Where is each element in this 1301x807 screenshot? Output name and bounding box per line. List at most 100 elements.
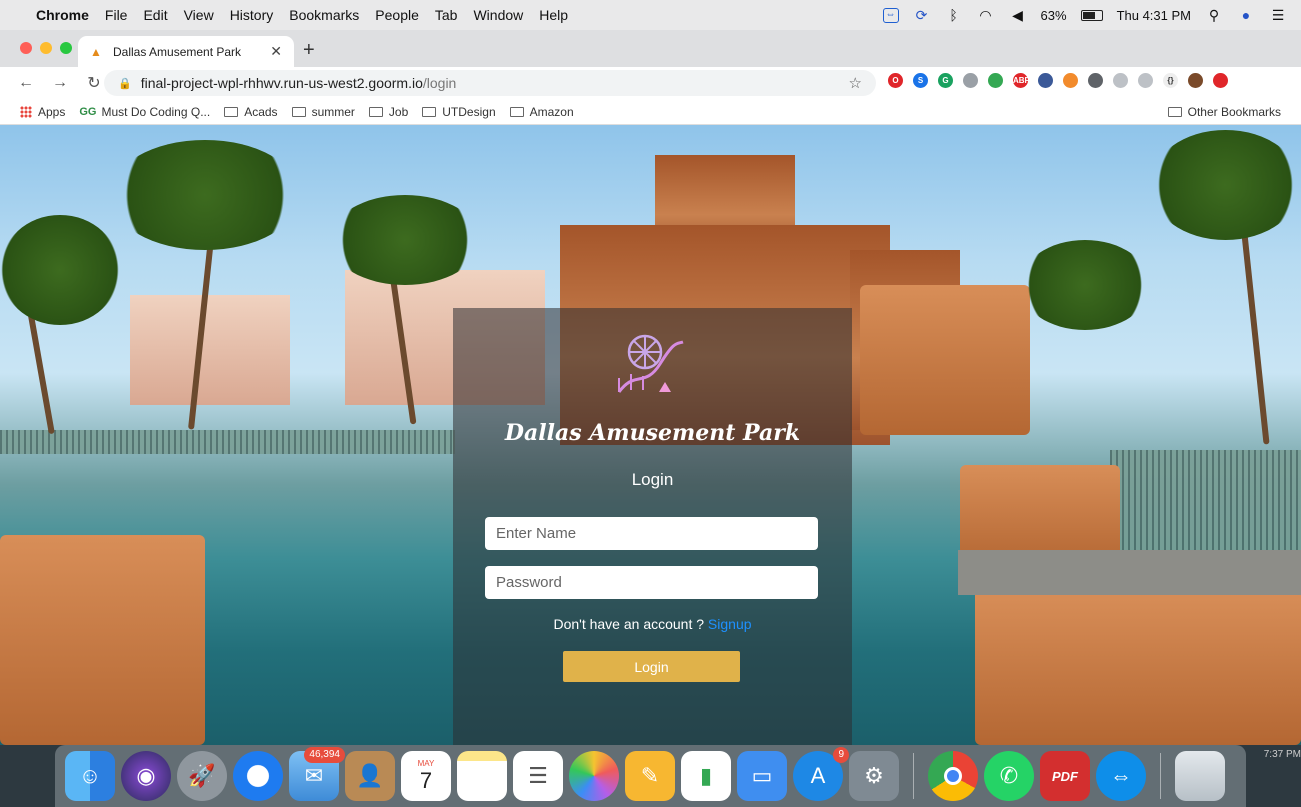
bookmark-summer[interactable]: summer: [291, 105, 355, 119]
bookmark-must-do-coding[interactable]: GG Must Do Coding Q...: [79, 105, 210, 119]
sync-status-icon[interactable]: ⟳: [913, 7, 931, 23]
siri-icon[interactable]: ●: [1237, 7, 1255, 23]
folder-icon: [422, 106, 437, 117]
system-preferences-icon[interactable]: ⚙: [849, 751, 899, 801]
login-page-background: Dallas Amusement Park Login Don't have a…: [0, 125, 1301, 745]
signup-prompt: Don't have an account ? Signup: [453, 616, 852, 632]
minimize-window-button[interactable]: [40, 42, 52, 54]
adblock-plus-extension-icon[interactable]: ABP: [1013, 73, 1030, 88]
forward-button[interactable]: →: [52, 74, 68, 92]
back-button[interactable]: ←: [18, 74, 34, 92]
menu-history[interactable]: History: [230, 7, 274, 23]
bookmark-apps[interactable]: Apps: [20, 105, 65, 119]
brand-title: Dallas Amusement Park: [504, 420, 801, 446]
menu-help[interactable]: Help: [539, 7, 568, 23]
palm-foliage: [330, 195, 480, 285]
bookmark-utdesign[interactable]: UTDesign: [422, 105, 496, 119]
folder-icon: [368, 106, 383, 117]
volume-icon[interactable]: ◀: [1009, 7, 1027, 23]
password-input[interactable]: [485, 566, 818, 599]
skype-extension-icon[interactable]: S: [913, 73, 928, 88]
spotlight-search-icon[interactable]: ⚲: [1205, 7, 1223, 23]
bookmark-amazon[interactable]: Amazon: [509, 105, 574, 119]
mail-icon[interactable]: ✉ 46,394: [289, 747, 345, 801]
numbers-icon[interactable]: ▮: [681, 751, 731, 801]
extension-icon-10[interactable]: [1113, 73, 1128, 88]
extension-icon-7[interactable]: [1038, 73, 1053, 88]
folder-icon: [224, 106, 239, 117]
safari-icon[interactable]: [233, 751, 283, 801]
menu-view[interactable]: View: [184, 7, 214, 23]
bookmark-job[interactable]: Job: [368, 105, 408, 119]
siri-icon[interactable]: ◉: [121, 751, 171, 801]
contacts-icon[interactable]: 👤: [345, 751, 395, 801]
menu-window[interactable]: Window: [473, 7, 523, 23]
teamviewer-status-icon[interactable]: ⇔: [882, 7, 899, 23]
menu-edit[interactable]: Edit: [143, 7, 167, 23]
extension-icon-8[interactable]: [1063, 73, 1078, 88]
folder-icon: [291, 106, 306, 117]
bluetooth-icon[interactable]: ᛒ: [945, 7, 963, 23]
pdf-app-icon[interactable]: PDF: [1040, 751, 1090, 801]
signup-link[interactable]: Signup: [708, 616, 752, 632]
menu-tab[interactable]: Tab: [435, 7, 458, 23]
notification-center-icon[interactable]: ☰: [1269, 7, 1287, 23]
name-input[interactable]: [485, 517, 818, 550]
desktop-dock-area: ☺ ◉ 🚀 ✉ 46,394 👤 MAY 7 ☰ ✎ ▮ ▭ A9 ⚙ ✆ PDF…: [0, 745, 1301, 807]
menu-chrome[interactable]: Chrome: [36, 7, 89, 23]
close-window-button[interactable]: [20, 42, 32, 54]
extension-icon-14[interactable]: [1213, 73, 1228, 88]
folder-icon: [509, 106, 524, 117]
reminders-icon[interactable]: ☰: [513, 751, 563, 801]
profile-avatar[interactable]: [1188, 73, 1203, 88]
extension-icon-9[interactable]: [1088, 73, 1103, 88]
extension-icon-4[interactable]: [963, 73, 978, 88]
palm-foliage: [1020, 240, 1150, 330]
palm-foliage: [110, 140, 300, 250]
roller-coaster-favicon-icon: ▲: [90, 44, 102, 59]
menubar-clock[interactable]: Thu 4:31 PM: [1117, 8, 1191, 23]
keynote-icon[interactable]: ▭: [737, 751, 787, 801]
lock-icon[interactable]: 🔒: [118, 77, 132, 90]
extension-icon-5[interactable]: [988, 73, 1003, 88]
grammarly-extension-icon[interactable]: G: [938, 73, 953, 88]
login-button[interactable]: Login: [563, 651, 740, 682]
battery-icon[interactable]: [1080, 9, 1103, 21]
extension-icon-11[interactable]: [1138, 73, 1153, 88]
palm-foliage: [1150, 130, 1301, 240]
apps-grid-icon: [20, 105, 32, 118]
dock-separator: [1160, 753, 1161, 799]
battery-percent: 63%: [1040, 7, 1067, 23]
whatsapp-icon[interactable]: ✆: [984, 751, 1034, 801]
app-store-icon[interactable]: A9: [793, 747, 849, 801]
chrome-icon[interactable]: [928, 751, 978, 801]
notes-icon[interactable]: [457, 751, 507, 801]
dock-separator: [913, 753, 914, 799]
wifi-icon[interactable]: ◠: [977, 7, 995, 23]
bookmark-acads[interactable]: Acads: [224, 105, 278, 119]
extension-icon-12[interactable]: {}: [1163, 73, 1178, 88]
pages-icon[interactable]: ✎: [625, 751, 675, 801]
close-tab-icon[interactable]: ✕: [270, 43, 282, 60]
menu-file[interactable]: File: [105, 7, 128, 23]
menu-bookmarks[interactable]: Bookmarks: [289, 7, 359, 23]
zoom-window-button[interactable]: [60, 42, 72, 54]
browser-toolbar: ← → ↻ 🔒 final-project-wpl-rhhwv.run-us-w…: [0, 67, 1301, 99]
tab-dallas-amusement-park[interactable]: ▲ Dallas Amusement Park ✕: [78, 36, 294, 67]
trash-icon[interactable]: [1175, 751, 1225, 801]
new-tab-button[interactable]: +: [303, 39, 315, 62]
browser-tab-strip: ▲ Dallas Amusement Park ✕ +: [0, 30, 1301, 67]
address-bar[interactable]: 🔒 final-project-wpl-rhhwv.run-us-west2.g…: [104, 70, 876, 96]
bookmark-other-bookmarks[interactable]: Other Bookmarks: [1167, 105, 1281, 119]
macos-menu-bar: Chrome File Edit View History Bookmarks …: [0, 0, 1301, 30]
calendar-icon[interactable]: MAY 7: [401, 751, 451, 801]
reload-button[interactable]: ↻: [86, 73, 102, 93]
opera-extension-icon[interactable]: O: [888, 73, 903, 88]
photos-icon[interactable]: [569, 751, 619, 801]
teamviewer-icon[interactable]: ⇔: [1096, 751, 1146, 801]
bookmark-star-icon[interactable]: ☆: [849, 74, 862, 92]
calendar-day: 7: [419, 768, 433, 793]
finder-icon[interactable]: ☺: [65, 751, 115, 801]
menu-people[interactable]: People: [375, 7, 419, 23]
launchpad-icon[interactable]: 🚀: [177, 751, 227, 801]
